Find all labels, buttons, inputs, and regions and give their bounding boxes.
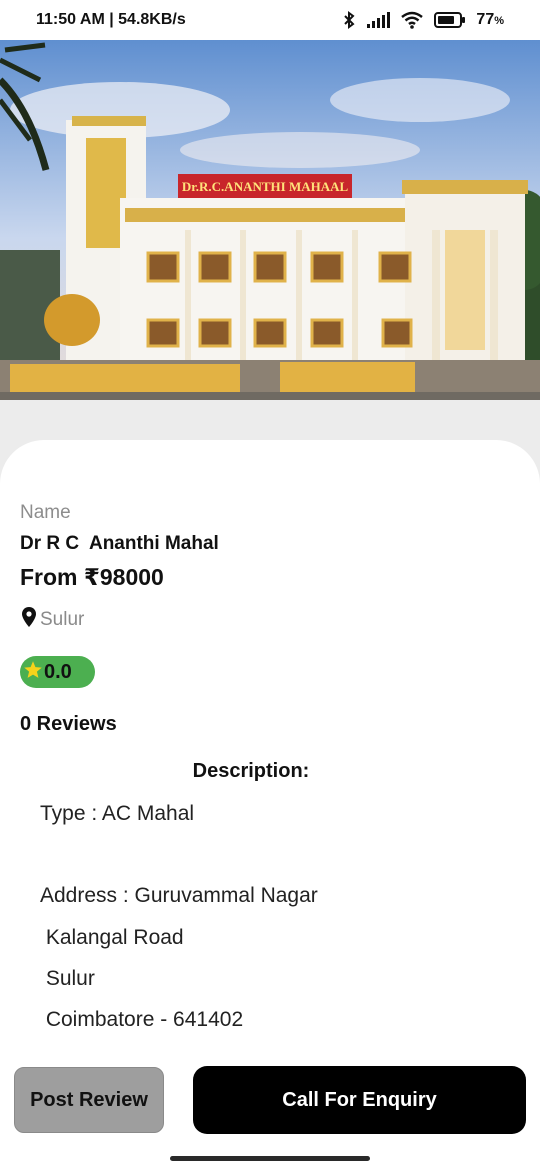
description-line-road: Kalangal Road: [40, 926, 184, 949]
wifi-icon: [400, 11, 424, 29]
description-line-city: Coimbatore - 641402: [40, 1008, 244, 1031]
call-enquiry-button[interactable]: Call For Enquiry: [193, 1066, 526, 1134]
status-icons: 77%: [342, 11, 504, 29]
description-line-type: Type : AC Mahal: [40, 802, 195, 825]
post-review-button[interactable]: Post Review: [14, 1067, 164, 1133]
status-time: 11:50 AM | 54.8KB/s: [36, 11, 186, 28]
description-line-area: Sulur: [40, 967, 95, 990]
star-icon: [23, 660, 43, 685]
venue-name: Dr R C Ananthi Mahal: [20, 533, 219, 554]
location-pin-icon: [22, 607, 36, 633]
location-text: Sulur: [40, 609, 85, 630]
battery-percent: 77%: [476, 11, 504, 28]
reviews-count[interactable]: 0 Reviews: [20, 713, 117, 736]
venue-photo: Dr.R.C.ANANTHI MAHAAL: [0, 40, 540, 400]
venue-location: Sulur: [22, 607, 84, 633]
bluetooth-icon: [342, 11, 356, 29]
description-title: Description:: [192, 760, 310, 782]
rating-badge: 0.0: [20, 656, 95, 688]
signal-icon: [366, 12, 391, 28]
status-bar: 11:50 AM | 54.8KB/s 77%: [0, 0, 540, 40]
name-label: Name: [20, 502, 71, 523]
battery-icon: [434, 12, 466, 28]
rating-value: 0.0: [44, 660, 72, 683]
description-line-address: Address : Guruvammal Nagar: [40, 884, 318, 907]
venue-price: From ₹98000: [20, 564, 164, 590]
venue-sign-text: Dr.R.C.ANANTHI MAHAAL: [182, 179, 349, 194]
home-indicator[interactable]: [170, 1156, 370, 1161]
